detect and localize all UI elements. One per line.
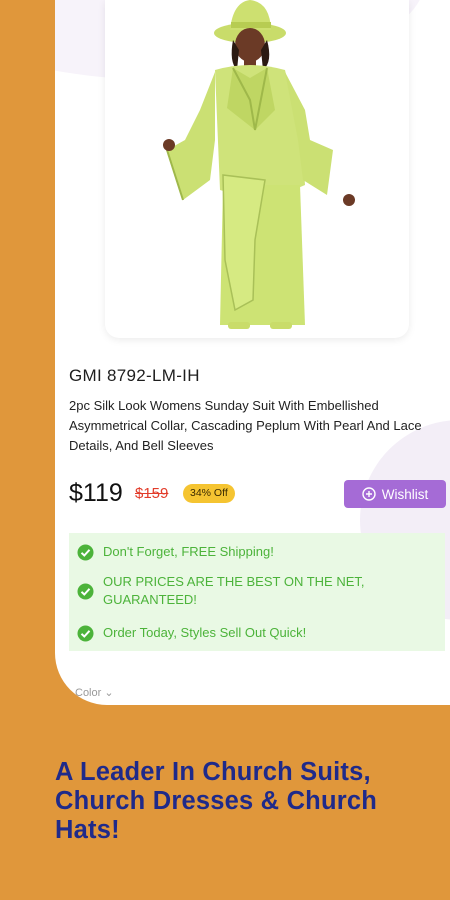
original-price: $159 bbox=[135, 485, 169, 502]
wishlist-label: Wishlist bbox=[381, 486, 429, 502]
product-description: 2pc Silk Look Womens Sunday Suit With Em… bbox=[69, 398, 422, 453]
discount-badge: 34% Off bbox=[183, 484, 235, 503]
app-screen: GMI 8792-LM-IH 2pc Silk Look Womens Sund… bbox=[55, 0, 450, 705]
check-circle-icon bbox=[77, 583, 94, 600]
product-image-card[interactable] bbox=[105, 0, 409, 338]
perk-item: OUR PRICES ARE THE BEST ON THE NET, GUAR… bbox=[77, 573, 377, 609]
check-circle-icon bbox=[77, 625, 94, 642]
plus-circle-icon bbox=[362, 487, 376, 501]
chevron-down-icon: ⌄ bbox=[104, 687, 114, 699]
perk-text: OUR PRICES ARE THE BEST ON THE NET, GUAR… bbox=[103, 574, 365, 607]
product-sku: GMI 8792-LM-IH bbox=[69, 366, 200, 385]
promo-headline: A Leader In Church Suits, Church Dresses… bbox=[55, 758, 378, 844]
perk-text: Order Today, Styles Sell Out Quick! bbox=[103, 625, 307, 640]
perk-item: Order Today, Styles Sell Out Quick! bbox=[77, 624, 306, 642]
perk-text: Don't Forget, FREE Shipping! bbox=[103, 544, 274, 559]
wishlist-button[interactable]: Wishlist bbox=[344, 480, 446, 508]
perks-box: Don't Forget, FREE Shipping! OUR PRICES … bbox=[69, 533, 445, 651]
product-price: $119 bbox=[69, 479, 123, 507]
perk-item: Don't Forget, FREE Shipping! bbox=[77, 543, 274, 561]
product-image bbox=[163, 0, 355, 329]
color-selector[interactable]: Color ⌄ bbox=[75, 686, 114, 699]
color-selector-label: Color bbox=[75, 687, 102, 699]
check-circle-icon bbox=[77, 544, 94, 561]
